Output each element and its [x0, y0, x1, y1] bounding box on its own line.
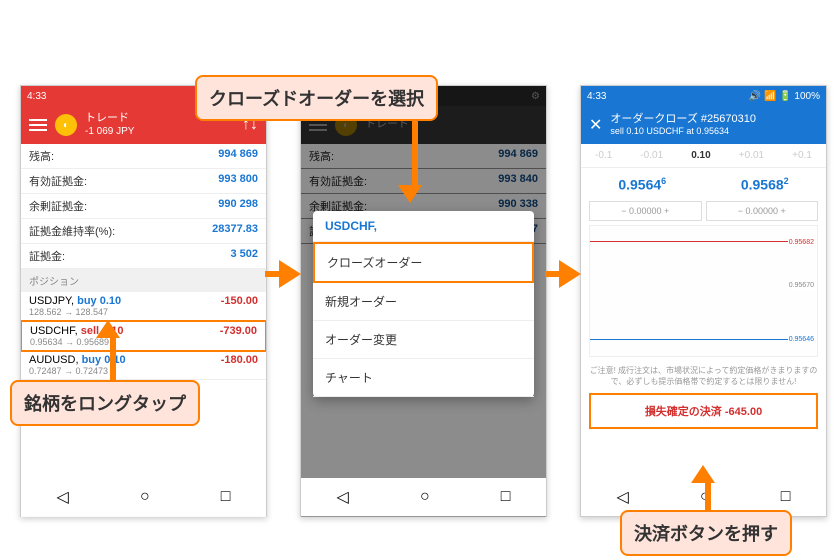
- balance-row: 残高:994 869: [21, 144, 266, 169]
- menu-item-0[interactable]: クローズオーダー: [313, 242, 534, 283]
- app-header: ✕ オーダークローズ #25670310sell 0.10 USDCHF at …: [581, 106, 826, 144]
- back-icon[interactable]: ◁: [617, 487, 629, 507]
- position-row[interactable]: USDCHF, sell 0.10-739.000.95634 → 0.9568…: [21, 320, 266, 352]
- balance-row: 証拠金維持率(%):28377.83: [21, 219, 266, 244]
- recent-icon[interactable]: □: [221, 488, 231, 506]
- callout-select-close-order: クローズドオーダーを選択: [195, 75, 438, 121]
- header-pl: -1 069 JPY: [85, 126, 134, 138]
- recent-icon[interactable]: □: [781, 488, 791, 506]
- position-row[interactable]: AUDUSD, buy 0.10-180.000.72487 → 0.72473: [21, 351, 266, 380]
- header-title: トレード: [85, 112, 134, 125]
- home-icon[interactable]: ○: [420, 488, 430, 506]
- callout-long-tap-symbol: 銘柄をロングタップ: [10, 380, 200, 426]
- app-logo-icon: ◐: [55, 114, 77, 136]
- balance-row: 証拠金:3 502: [21, 244, 266, 269]
- phone-trade-screen: 4:33▾ ⚙ ◐ トレード-1 069 JPY ↑↓ 残高:994 869有効…: [20, 85, 267, 517]
- qty-stepper[interactable]: -0.1-0.010.10+0.01+0.1: [581, 144, 826, 168]
- balance-row: 余剰証拠金:990 298: [21, 194, 266, 219]
- tp-input[interactable]: − 0.00000 +: [706, 201, 819, 221]
- android-nav: ◁ ○ □: [301, 478, 546, 516]
- tick-chart: 0.95682 0.95670 0.95646: [589, 225, 818, 357]
- recent-icon[interactable]: □: [501, 488, 511, 506]
- menu-item-3[interactable]: チャート: [313, 359, 534, 397]
- android-nav: ◁ ○ □: [21, 478, 266, 516]
- phone-close-order: 4:33🔊 📶 🔋 100% ✕ オーダークローズ #25670310sell …: [580, 85, 827, 517]
- phone-context-menu: 4:33⚙ ◐ トレード 残高:994 869有効証拠金:993 840余剰証拠…: [300, 85, 547, 517]
- callout-press-settle: 決済ボタンを押す: [620, 510, 792, 556]
- home-icon[interactable]: ○: [140, 488, 150, 506]
- warning-note: ご注意! 成行注文は、市場状況によって約定価格がきまりますので、必ずしも提示価格…: [581, 361, 826, 391]
- menu-item-1[interactable]: 新規オーダー: [313, 283, 534, 321]
- back-icon[interactable]: ◁: [337, 487, 349, 507]
- back-icon[interactable]: ◁: [57, 487, 69, 507]
- section-positions: ポジション: [21, 269, 266, 292]
- menu-item-2[interactable]: オーダー変更: [313, 321, 534, 359]
- header-title: オーダークローズ #25670310: [610, 113, 756, 126]
- balance-row: 有効証拠金:993 800: [21, 169, 266, 194]
- close-icon[interactable]: ✕: [589, 115, 602, 135]
- menu-icon[interactable]: [29, 116, 47, 134]
- position-row[interactable]: USDJPY, buy 0.10-150.00128.562 → 128.547: [21, 292, 266, 321]
- sl-input[interactable]: − 0.00000 +: [589, 201, 702, 221]
- close-with-loss-button[interactable]: 損失確定の決済 -645.00: [589, 393, 818, 429]
- status-bar: 4:33🔊 📶 🔋 100%: [581, 86, 826, 106]
- ask-price: 0.95682: [741, 176, 789, 193]
- header-sub: sell 0.10 USDCHF at 0.95634: [610, 126, 756, 137]
- menu-header: USDCHF,: [313, 211, 534, 242]
- bid-price: 0.95646: [618, 176, 666, 193]
- context-menu: USDCHF, クローズオーダー新規オーダーオーダー変更チャート: [313, 211, 534, 397]
